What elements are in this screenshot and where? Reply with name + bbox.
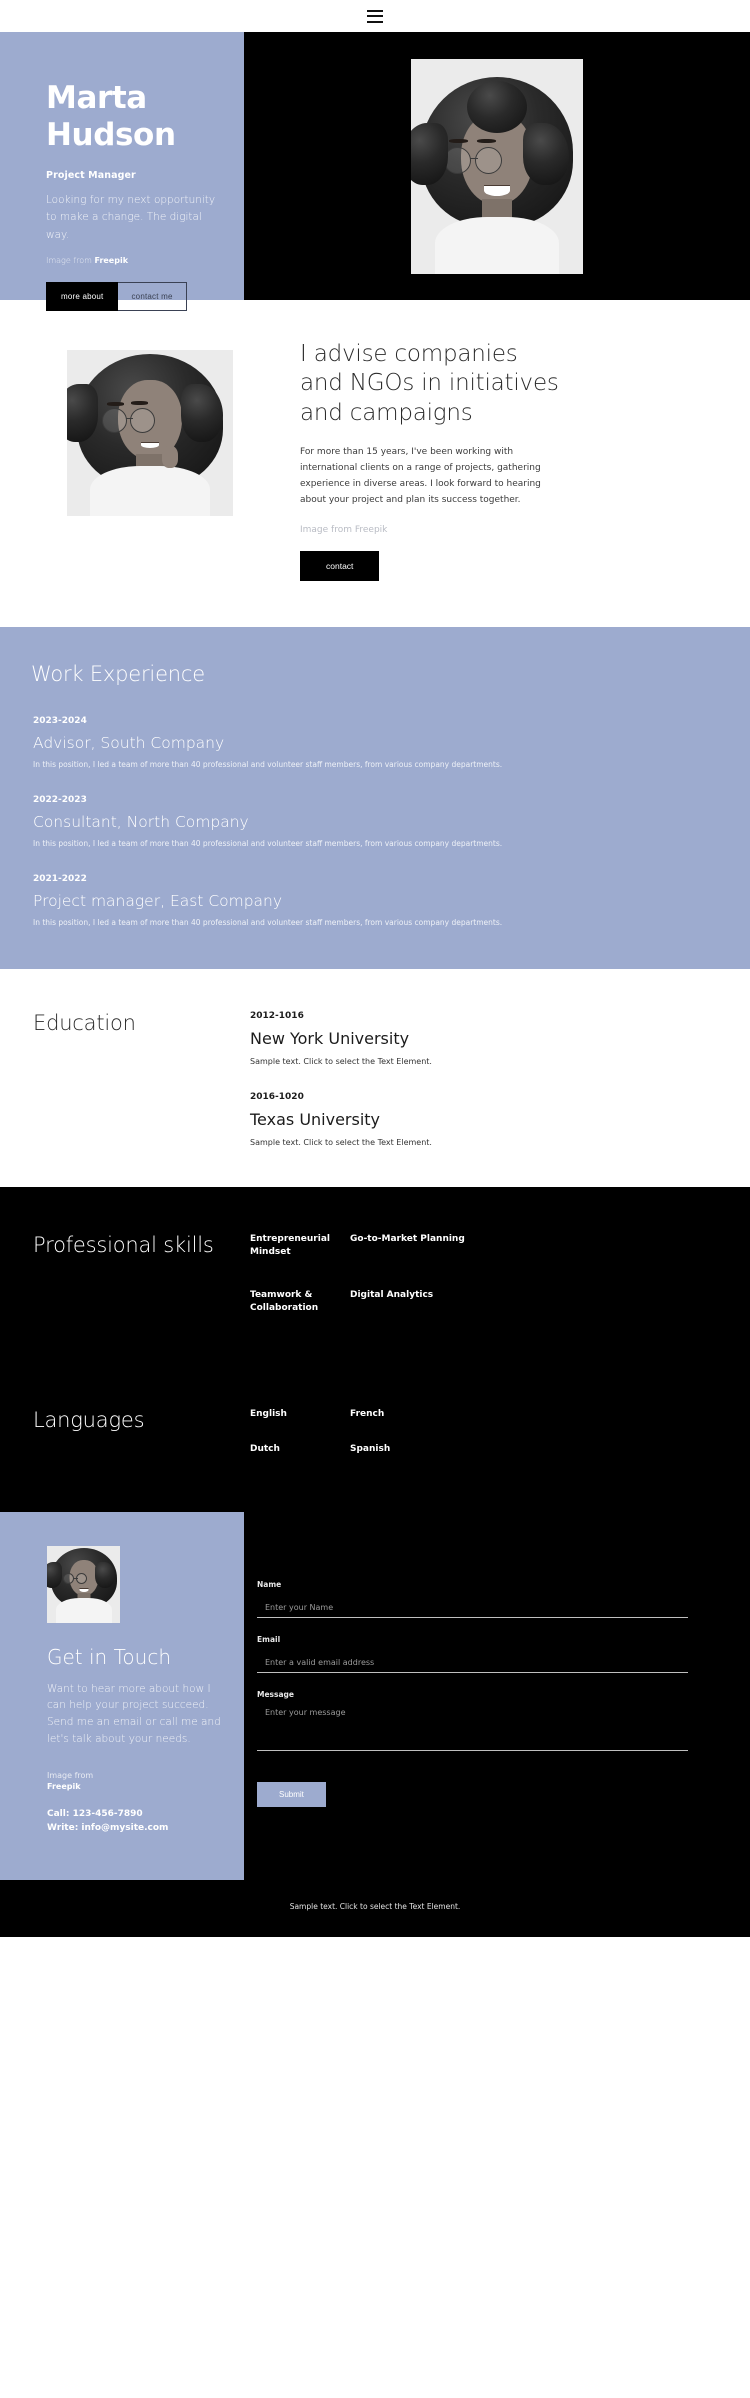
skill-item: Go-to-Market Planning (350, 1234, 465, 1245)
language-item: English (250, 1408, 287, 1419)
skill-item: Teamwork & Collaboration (250, 1290, 319, 1314)
education-item-name: Texas University (250, 1110, 381, 1130)
languages-heading-column: Languages (0, 1408, 250, 1456)
about-credit-prefix: Image from (300, 525, 355, 536)
hero-name-line2: Hudson (46, 116, 176, 153)
contact-credit-prefix: Image from (47, 1770, 94, 1780)
work-item-description: In this position, I led a team of more t… (33, 760, 503, 770)
education-item: 2012-1016 New York University Sample tex… (250, 1011, 750, 1066)
hero-text-panel: Marta Hudson Project Manager Looking for… (0, 32, 244, 312)
work-item-description: In this position, I led a team of more t… (33, 918, 503, 928)
hamburger-menu-icon[interactable] (367, 9, 383, 23)
work-item-years: 2021-2022 (33, 874, 87, 885)
skills-languages-section: Professional skills Entrepreneurial Mind… (0, 1187, 750, 1512)
message-textarea[interactable] (257, 1704, 688, 1751)
contact-paragraph: Want to hear more about how I can help y… (47, 1682, 221, 1745)
work-experience-item: 2022-2023 Consultant, North Company In t… (31, 795, 730, 848)
more-about-button[interactable]: more about (46, 282, 119, 312)
hero-image-panel (244, 32, 750, 300)
professional-skills-heading: Professional skills (33, 1233, 214, 1258)
education-item-name: New York University (250, 1029, 410, 1049)
about-paragraph: For more than 15 years, I've been workin… (300, 447, 541, 505)
languages-block: Languages English French Dutch Spanish (0, 1362, 750, 1512)
hero-credit-prefix: Image from (46, 256, 95, 266)
top-navigation-bar (0, 0, 750, 32)
education-item-description: Sample text. Click to select the Text El… (250, 1057, 432, 1067)
education-section: Education 2012-1016 New York University … (0, 969, 750, 1188)
email-input[interactable] (257, 1654, 688, 1673)
name-field-group: Name (257, 1580, 688, 1618)
hero-button-group: more about contact me (46, 282, 244, 312)
submit-button[interactable]: Submit (257, 1781, 326, 1807)
hero-credit-source[interactable]: Freepik (94, 256, 128, 265)
work-experience-section: Work Experience 2023-2024 Advisor, South… (0, 627, 750, 970)
language-item: Spanish (350, 1443, 391, 1454)
skill-item: Entrepreneurial Mindset (250, 1234, 330, 1258)
contact-credit-source[interactable]: Freepik (47, 1781, 214, 1793)
work-item-years: 2023-2024 (33, 716, 87, 727)
education-heading-column: Education (0, 1011, 250, 1147)
about-heading: I advise companies and NGOs in initiativ… (300, 341, 559, 426)
work-experience-item: 2023-2024 Advisor, South Company In this… (31, 716, 730, 769)
skill-item: Digital Analytics (350, 1290, 434, 1301)
footer-text: Sample text. Click to select the Text El… (289, 1901, 461, 1911)
skills-grid: Entrepreneurial Mindset Go-to-Market Pla… (250, 1233, 750, 1315)
contact-info-panel: Get in Touch Want to hear more about how… (0, 1511, 244, 1880)
message-field-group: Message (257, 1690, 688, 1755)
education-item-years: 2016-1020 (250, 1092, 304, 1103)
about-text-block: I advise companies and NGOs in initiativ… (300, 340, 720, 582)
languages-grid: English French Dutch Spanish (250, 1408, 750, 1456)
name-field-label: Name (257, 1579, 282, 1589)
email-field-label: Email (257, 1634, 281, 1644)
work-item-years: 2022-2023 (33, 795, 87, 806)
hero-section: Marta Hudson Project Manager Looking for… (0, 32, 750, 312)
education-item: 2016-1020 Texas University Sample text. … (250, 1092, 750, 1147)
work-item-title: Project manager, East Company (33, 892, 283, 911)
work-item-description: In this position, I led a team of more t… (33, 839, 503, 849)
name-input[interactable] (257, 1599, 688, 1618)
contact-heading: Get in Touch (47, 1644, 171, 1669)
page-footer: Sample text. Click to select the Text El… (0, 1879, 750, 1937)
contact-form: Name Email Message Submit (257, 1580, 688, 1807)
contact-form-panel: Name Email Message Submit (244, 1512, 750, 1880)
work-item-title: Consultant, North Company (33, 813, 249, 832)
about-image-wrapper (0, 340, 300, 581)
email-field-group: Email (257, 1635, 688, 1673)
portrait-photo-thinking (67, 350, 233, 516)
hero-description: Looking for my next opportunity to make … (46, 194, 216, 241)
skills-heading-column: Professional skills (0, 1233, 250, 1315)
hero-image-credit: Image from Freepik (46, 256, 244, 265)
work-experience-item: 2021-2022 Project manager, East Company … (31, 874, 730, 927)
portrait-photo-smiling (411, 58, 583, 274)
portrait-photo-contact (47, 1545, 120, 1623)
professional-skills-block: Professional skills Entrepreneurial Mind… (0, 1187, 750, 1361)
message-field-label: Message (257, 1689, 294, 1699)
about-section: I advise companies and NGOs in initiativ… (0, 300, 750, 628)
contact-email: Write: info@mysite.com (47, 1823, 169, 1834)
hero-name-line1: Marta (46, 80, 147, 116)
language-item: French (350, 1408, 385, 1419)
language-item: Dutch (250, 1443, 280, 1454)
contact-section: Get in Touch Want to hear more about how… (0, 1511, 750, 1880)
education-item-description: Sample text. Click to select the Text El… (250, 1138, 432, 1148)
work-experience-heading: Work Experience (31, 662, 205, 687)
contact-phone: Call: 123-456-7890 (47, 1808, 143, 1819)
education-item-years: 2012-1016 (250, 1011, 304, 1022)
contact-image-credit: Image from Freepik (47, 1770, 214, 1793)
contact-me-button[interactable]: contact me (118, 282, 187, 312)
education-items-column: 2012-1016 New York University Sample tex… (250, 1011, 750, 1147)
about-contact-button[interactable]: contact (300, 551, 380, 582)
education-heading: Education (33, 1011, 136, 1036)
languages-heading: Languages (33, 1407, 145, 1432)
contact-details: Call: 123-456-7890 Write: info@mysite.co… (47, 1807, 214, 1836)
hero-role: Project Manager (46, 170, 136, 182)
work-item-title: Advisor, South Company (33, 734, 225, 753)
page-title: Marta Hudson (46, 80, 244, 153)
about-credit-source[interactable]: Freepik (355, 525, 388, 535)
about-image-credit: Image from Freepik (300, 525, 680, 535)
